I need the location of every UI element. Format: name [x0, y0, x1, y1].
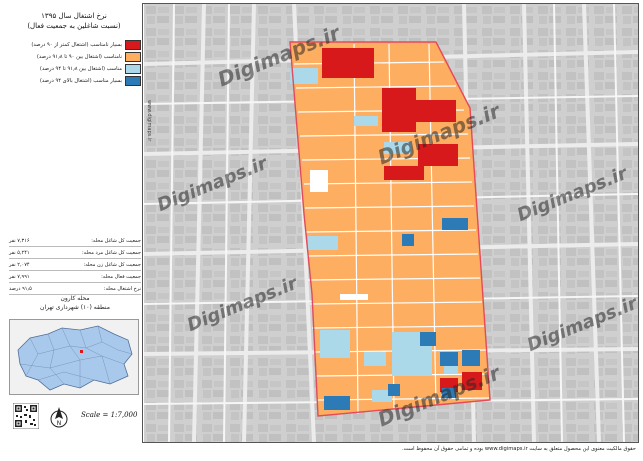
inset-map: [9, 319, 139, 395]
stat-value: ۵,۲۴۱ نفر: [9, 249, 30, 256]
stat-label: جمعیت کل شاغل زن محله:: [83, 261, 141, 268]
qr-code-icon: [13, 403, 39, 429]
stat-value: ۷,۳۱۶ نفر: [9, 237, 30, 244]
map-title-line2: (نسبت شاغلین به جمعیت فعال): [27, 22, 121, 30]
legend-list: بسیار نامناسب (اشتغال کمتر از ۹۰ درصد) ن…: [9, 39, 141, 87]
legend-label: بسیار نامناسب (اشتغال کمتر از ۹۰ درصد): [31, 41, 122, 48]
stat-row: جمعیت کل شاغل مرد محله: ۵,۲۴۱ نفر: [9, 247, 141, 259]
district-name: منطقه (۱۰) شهرداری تهران: [40, 304, 110, 311]
neighborhood-parcels: [290, 42, 490, 416]
side-watermark: www.digimaps.ir: [146, 100, 152, 142]
stat-row: جمعیت فعال محله: ۷,۹۹۱ نفر: [9, 271, 141, 283]
scale-box: N Scale = 1:7,000: [9, 399, 141, 443]
legend-swatch: [125, 51, 141, 62]
neighborhood-name: محله کارون: [60, 295, 90, 302]
map-canvas[interactable]: [144, 4, 638, 442]
stats-table: جمعیت کل شاغل محله: ۷,۳۱۶ نفر جمعیت کل شا…: [9, 235, 141, 295]
copyright-footer: حقوق مالکیت معنوی این محصول متعلق به سای…: [402, 446, 636, 452]
inset-marker: [80, 350, 83, 353]
legend-item-poor: نامناسب (اشتغال بین ۹۰ تا ۹۱٫۸ درصد): [9, 51, 141, 62]
inset-map-svg: [17, 325, 133, 391]
svg-text:N: N: [57, 420, 62, 427]
map-title: نرخ اشتغال سال ۱۳۹۵ (نسبت شاغلین به جمعی…: [9, 11, 139, 31]
map-area[interactable]: Digimaps.ir Digimaps.ir Digimaps.ir Digi…: [144, 4, 638, 442]
stat-row: جمعیت کل شاغل زن محله: ۲,۰۷۴ نفر: [9, 259, 141, 271]
legend-label: بسیار مناسب (اشتغال بالای ۹۴ درصد): [39, 77, 122, 84]
legend-item-good: مناسب (اشتغال بین ۹۱٫۸ تا ۹۴ درصد): [9, 63, 141, 74]
scale-text: Scale = 1:7,000: [81, 411, 138, 419]
stat-label: نرخ اشتغال محله:: [103, 285, 141, 292]
map-title-line1: نرخ اشتغال سال ۱۳۹۵: [41, 12, 107, 20]
legend-swatch: [125, 39, 141, 50]
stat-value: ۲,۰۷۴ نفر: [9, 261, 30, 268]
stat-row: جمعیت کل شاغل محله: ۷,۳۱۶ نفر: [9, 235, 141, 247]
legend-label: مناسب (اشتغال بین ۹۱٫۸ تا ۹۴ درصد): [39, 65, 122, 72]
legend-label: نامناسب (اشتغال بین ۹۰ تا ۹۱٫۸ درصد): [36, 53, 122, 60]
legend-item-very-poor: بسیار نامناسب (اشتغال کمتر از ۹۰ درصد): [9, 39, 141, 50]
legend-item-very-good: بسیار مناسب (اشتغال بالای ۹۴ درصد): [9, 75, 141, 86]
legend-swatch: [125, 63, 141, 74]
stat-label: جمعیت کل شاغل مرد محله:: [81, 249, 141, 256]
location-title: محله کارون منطقه (۱۰) شهرداری تهران: [9, 294, 141, 312]
north-arrow-icon: N: [50, 407, 68, 428]
stat-label: جمعیت فعال محله:: [101, 273, 141, 280]
legend-swatch: [125, 75, 141, 86]
stat-value: ۹۱٫۵ درصد: [9, 285, 32, 292]
legend-panel: نرخ اشتغال سال ۱۳۹۵ (نسبت شاغلین به جمعی…: [3, 3, 143, 443]
stat-value: ۷,۹۹۱ نفر: [9, 273, 30, 280]
stat-label: جمعیت کل شاغل محله:: [91, 237, 141, 244]
